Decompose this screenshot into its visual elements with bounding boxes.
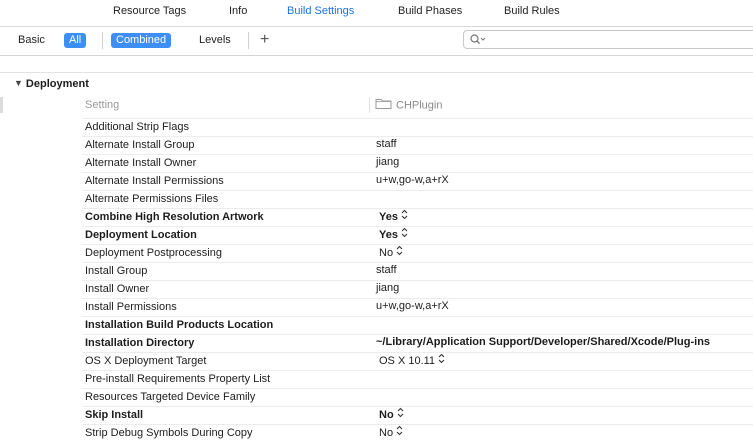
settings-table: Additional Strip Flags Alternate Install … xyxy=(82,118,753,442)
setting-name: Resources Targeted Device Family xyxy=(85,391,256,403)
setting-value[interactable]: Yes xyxy=(379,227,408,242)
setting-value[interactable]: No xyxy=(379,245,403,260)
table-row[interactable]: Deployment Location Yes xyxy=(82,226,753,244)
table-row[interactable]: Deployment Postprocessing No xyxy=(82,244,753,262)
table-row[interactable]: Resources Targeted Device Family xyxy=(82,388,753,406)
setting-name: Pre-install Requirements Property List xyxy=(85,373,271,385)
levels-view-button[interactable]: Levels xyxy=(199,33,231,48)
setting-name: Combine High Resolution Artwork xyxy=(85,211,264,223)
folder-icon xyxy=(375,97,392,112)
setting-name: Additional Strip Flags xyxy=(85,121,189,133)
table-row[interactable]: Combine High Resolution Artwork Yes xyxy=(82,208,753,226)
table-row[interactable]: Additional Strip Flags xyxy=(82,118,753,136)
setting-value[interactable]: staff xyxy=(376,138,397,150)
setting-name: Install Owner xyxy=(85,283,150,295)
setting-name: Installation Build Products Location xyxy=(85,319,274,331)
setting-name: Alternate Install Owner xyxy=(85,157,197,169)
setting-value[interactable]: No xyxy=(379,425,403,440)
setting-value[interactable]: ~/Library/Application Support/Developer/… xyxy=(376,336,710,348)
setting-name: Alternate Install Permissions xyxy=(85,175,224,187)
table-row[interactable]: Skip Install No xyxy=(82,406,753,424)
setting-value[interactable]: Yes xyxy=(379,209,408,224)
all-filter-button[interactable]: All xyxy=(64,33,87,48)
tab-info[interactable]: Info xyxy=(229,5,247,17)
table-row[interactable]: OS X Deployment Target OS X 10.11 xyxy=(82,352,753,370)
disclosure-triangle-icon[interactable]: ▼ xyxy=(14,78,23,88)
table-row[interactable]: Installation Directory ~/Library/Applicat… xyxy=(82,334,753,352)
tab-build-rules[interactable]: Build Rules xyxy=(504,5,560,17)
setting-name: Deployment Postprocessing xyxy=(85,247,222,259)
table-row[interactable]: Strip Debug Symbols During Copy No xyxy=(82,424,753,442)
table-row[interactable]: Alternate Install Permissions u+w,go-w,a+… xyxy=(82,172,753,190)
table-row[interactable]: Alternate Permissions Files xyxy=(82,190,753,208)
setting-value[interactable]: jiang xyxy=(376,282,399,294)
basic-filter-button[interactable]: Basic xyxy=(18,33,45,48)
setting-value[interactable]: u+w,go-w,a+rX xyxy=(376,300,449,312)
column-divider xyxy=(369,97,370,113)
setting-value-text: u+w,go-w,a+rX xyxy=(376,174,449,186)
setting-name: Skip Install xyxy=(85,409,144,421)
combined-view-button[interactable]: Combined xyxy=(111,33,172,48)
popup-stepper-icon[interactable] xyxy=(438,353,445,367)
setting-value-text: Yes xyxy=(379,210,398,223)
popup-stepper-icon[interactable] xyxy=(401,227,408,241)
section-title: Deployment xyxy=(25,78,89,90)
setting-value[interactable]: u+w,go-w,a+rX xyxy=(376,174,449,186)
popup-stepper-icon[interactable] xyxy=(396,245,403,259)
setting-value-text: u+w,go-w,a+rX xyxy=(376,300,449,312)
table-row[interactable]: Installation Build Products Location xyxy=(82,316,753,334)
setting-name: Alternate Permissions Files xyxy=(85,193,219,205)
editor-tab-bar: Resource Tags Info Build Settings Build … xyxy=(0,0,753,27)
table-row[interactable]: Alternate Install Owner jiang xyxy=(82,154,753,172)
filter-separator xyxy=(102,32,103,49)
setting-value-text: No xyxy=(379,408,394,421)
filter-separator xyxy=(248,32,249,49)
setting-name: Strip Debug Symbols During Copy xyxy=(85,427,253,439)
table-row[interactable]: Install Owner jiang xyxy=(82,280,753,298)
search-icon xyxy=(470,34,488,48)
setting-column-header: Setting xyxy=(85,99,120,111)
setting-value[interactable]: jiang xyxy=(376,156,399,168)
setting-value-text: No xyxy=(379,246,394,259)
setting-value-text: ~/Library/Application Support/Developer/… xyxy=(376,336,711,348)
popup-stepper-icon[interactable] xyxy=(401,209,408,223)
table-row[interactable]: Pre-install Requirements Property List xyxy=(82,370,753,388)
popup-stepper-icon[interactable] xyxy=(396,425,403,439)
tab-resource-tags[interactable]: Resource Tags xyxy=(113,5,186,17)
setting-name: Install Permissions xyxy=(85,301,177,313)
setting-value[interactable]: OS X 10.11 xyxy=(379,353,445,368)
target-selection-indicator xyxy=(0,97,3,113)
target-column-header: CHPlugin xyxy=(375,98,442,113)
filter-bar: Basic All Combined Levels + xyxy=(0,27,753,56)
setting-name: Alternate Install Group xyxy=(85,139,195,151)
setting-value-text: No xyxy=(379,426,394,439)
table-row[interactable]: Install Permissions u+w,go-w,a+rX xyxy=(82,298,753,316)
setting-value-text: staff xyxy=(376,264,397,276)
table-row[interactable]: Install Group staff xyxy=(82,262,753,280)
tab-build-phases[interactable]: Build Phases xyxy=(398,5,462,17)
setting-value-text: OS X 10.11 xyxy=(379,354,436,367)
setting-value-text: jiang xyxy=(376,156,400,168)
column-header: Setting CHPlugin xyxy=(82,97,720,117)
popup-stepper-icon[interactable] xyxy=(397,407,404,421)
target-name: CHPlugin xyxy=(396,99,443,112)
setting-value-text: Yes xyxy=(379,228,398,241)
setting-name: OS X Deployment Target xyxy=(85,355,207,367)
setting-value-text: jiang xyxy=(376,282,400,294)
table-row[interactable]: Alternate Install Group staff xyxy=(82,136,753,154)
tab-build-settings[interactable]: Build Settings xyxy=(287,5,354,17)
setting-name: Install Group xyxy=(85,265,148,277)
setting-name: Deployment Location xyxy=(85,229,197,241)
section-header-deployment[interactable]: ▼ Deployment xyxy=(14,78,89,90)
section-divider xyxy=(0,72,753,73)
setting-value-text: staff xyxy=(376,138,397,150)
setting-name: Installation Directory xyxy=(85,337,195,349)
add-setting-button[interactable]: + xyxy=(260,30,269,50)
search-field[interactable] xyxy=(463,30,753,49)
setting-value[interactable]: No xyxy=(379,407,404,422)
setting-value[interactable]: staff xyxy=(376,264,397,276)
